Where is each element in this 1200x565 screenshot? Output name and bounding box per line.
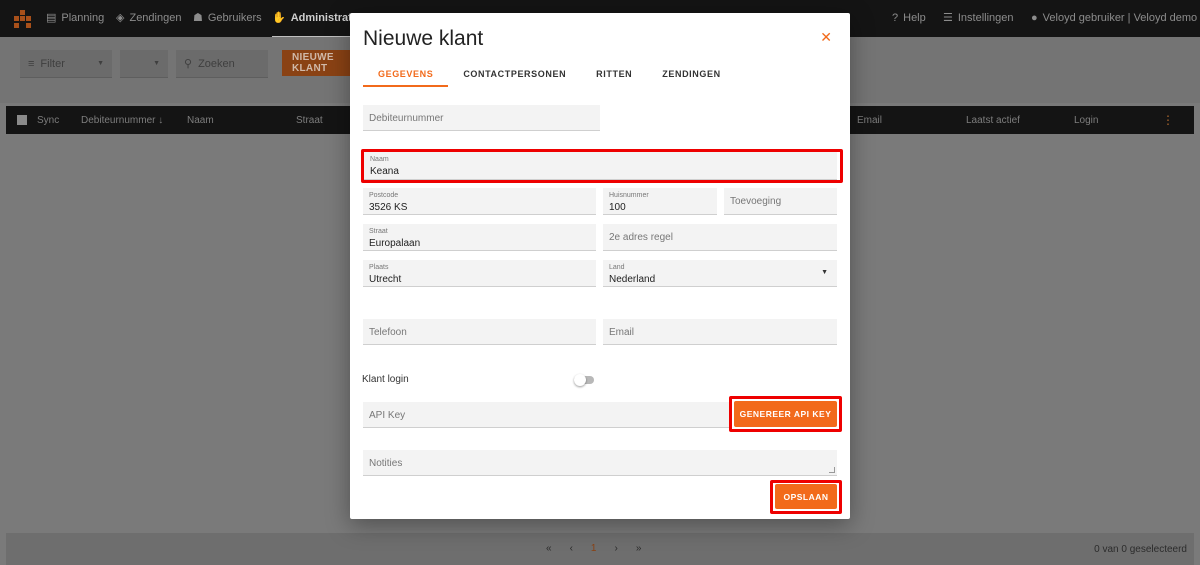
notities-textarea[interactable]: Notities <box>363 450 837 476</box>
help-label: Help <box>903 12 926 24</box>
select-all-checkbox[interactable] <box>17 115 27 125</box>
postcode-value: 3526 KS <box>369 202 408 213</box>
huisnummer-label: Huisnummer <box>609 192 649 199</box>
tab-ritten[interactable]: RITTEN <box>581 65 647 87</box>
klant-login-toggle[interactable] <box>574 374 596 386</box>
nav-item-label: Planning <box>61 12 105 24</box>
address-line2-placeholder: 2e adres regel <box>609 232 673 243</box>
nav-item-label: Gebruikers <box>207 12 262 24</box>
save-button[interactable]: OPSLAAN <box>775 484 837 509</box>
email-placeholder: Email <box>609 327 635 338</box>
generate-api-key-button[interactable]: GENEREER API KEY <box>734 401 837 427</box>
column-header-sync[interactable]: Sync <box>37 115 59 126</box>
dropdown-arrow-icon: ▼ <box>821 269 828 276</box>
new-customer-dialog: Nieuwe klant ✕ GEGEVENS CONTACTPERSONEN … <box>350 13 850 519</box>
chevron-down-icon: ▼ <box>153 60 160 67</box>
column-header-naam[interactable]: Naam <box>187 115 214 126</box>
notities-placeholder: Notities <box>369 458 403 469</box>
column-header-debiteurnummer[interactable]: Debiteurnummer ↓ <box>81 115 163 126</box>
nav-item-label: Zendingen <box>129 12 182 24</box>
tab-gegevens[interactable]: GEGEVENS <box>363 65 449 87</box>
filter-value-select[interactable]: ▼ <box>120 50 168 78</box>
toevoeging-placeholder: Toevoeging <box>730 196 782 207</box>
dialog-tabs: GEGEVENS CONTACTPERSONEN RITTEN ZENDINGE… <box>363 65 736 87</box>
filter-icon: ≡ <box>28 57 35 70</box>
klant-login-label: Klant login <box>362 374 409 385</box>
search-input[interactable]: ⚲ Zoeken <box>176 50 268 78</box>
users-icon: ☗ <box>193 11 203 24</box>
table-footer: « ‹ 1 › » 0 van 0 geselecteerd <box>6 533 1194 565</box>
search-icon: ⚲ <box>184 58 193 70</box>
huisnummer-field[interactable]: Huisnummer 100 <box>603 188 717 215</box>
user-avatar-icon: ● <box>1031 11 1038 24</box>
prev-page-button[interactable]: ‹ <box>570 543 573 554</box>
nav-item-gebruikers[interactable]: ☗ Gebruikers <box>193 12 262 24</box>
filter-select[interactable]: ≡ Filter ▼ <box>20 50 112 78</box>
nav-item-zendingen[interactable]: ◈ Zendingen <box>116 12 181 24</box>
plaats-value: Utrecht <box>369 274 402 285</box>
straat-field[interactable]: Straat Europalaan <box>363 224 596 251</box>
address-line2-field[interactable]: 2e adres regel <box>603 224 837 251</box>
settings-link[interactable]: ☰ Instellingen <box>943 12 1014 24</box>
straat-label: Straat <box>369 228 388 235</box>
help-icon: ? <box>892 11 899 24</box>
email-field[interactable]: Email <box>603 319 837 345</box>
close-icon[interactable]: ✕ <box>820 29 832 46</box>
column-header-login[interactable]: Login <box>1074 115 1098 126</box>
first-page-button[interactable]: « <box>546 543 552 554</box>
api-key-field[interactable]: API Key <box>363 402 731 428</box>
resize-handle-icon[interactable] <box>829 467 835 473</box>
selection-count: 0 van 0 geselecteerd <box>1094 544 1187 555</box>
user-menu[interactable]: ● Veloyd gebruiker | Veloyd demo <box>1031 12 1197 24</box>
column-header-email[interactable]: Email <box>857 115 882 126</box>
land-value: Nederland <box>609 274 656 285</box>
naam-field[interactable]: Naam Keana <box>364 152 837 180</box>
naam-value: Keana <box>370 166 399 177</box>
postcode-field[interactable]: Postcode 3526 KS <box>363 188 596 215</box>
sliders-icon: ☰ <box>943 11 953 24</box>
dialog-title: Nieuwe klant <box>363 27 484 50</box>
box-icon: ◈ <box>116 11 125 24</box>
plaats-label: Plaats <box>369 264 389 271</box>
chevron-down-icon: ▼ <box>97 60 104 67</box>
telefoon-field[interactable]: Telefoon <box>363 319 596 345</box>
postcode-label: Postcode <box>369 192 399 199</box>
current-page[interactable]: 1 <box>591 543 597 554</box>
next-page-button[interactable]: › <box>614 543 617 554</box>
nav-item-administratie[interactable]: ✋ Administratie <box>272 11 371 38</box>
pagination: « ‹ 1 › » <box>546 543 641 554</box>
toggle-knob <box>574 374 586 386</box>
tab-contactpersonen[interactable]: CONTACTPERSONEN <box>448 65 581 87</box>
debiteurnummer-field[interactable]: Debiteurnummer <box>363 105 600 131</box>
filter-label: Filter <box>40 57 65 70</box>
settings-label: Instellingen <box>957 12 1014 24</box>
telefoon-placeholder: Telefoon <box>369 327 407 338</box>
hand-coins-icon: ✋ <box>272 11 286 24</box>
column-header-laatst-actief[interactable]: Laatst actief <box>966 115 1020 126</box>
debiteurnummer-placeholder: Debiteurnummer <box>369 113 444 124</box>
user-name: Veloyd gebruiker | Veloyd demo <box>1042 12 1198 24</box>
calendar-icon: ▤ <box>46 11 57 24</box>
huisnummer-value: 100 <box>609 202 626 213</box>
api-key-placeholder: API Key <box>369 410 406 421</box>
straat-value: Europalaan <box>369 238 421 249</box>
plaats-field[interactable]: Plaats Utrecht <box>363 260 596 287</box>
column-menu-icon[interactable]: ⋮ <box>1162 113 1174 127</box>
naam-label: Naam <box>370 156 389 163</box>
veloyd-logo-icon[interactable] <box>14 10 32 28</box>
tab-zendingen[interactable]: ZENDINGEN <box>647 65 735 87</box>
search-placeholder: Zoeken <box>198 57 235 70</box>
land-select[interactable]: Land Nederland ▼ <box>603 260 837 287</box>
toevoeging-field[interactable]: Toevoeging <box>724 188 837 215</box>
nav-item-planning[interactable]: ▤ Planning <box>46 12 104 24</box>
help-link[interactable]: ? Help <box>892 12 926 24</box>
last-page-button[interactable]: » <box>636 543 642 554</box>
column-header-straat[interactable]: Straat <box>296 115 323 126</box>
land-label: Land <box>609 264 625 271</box>
